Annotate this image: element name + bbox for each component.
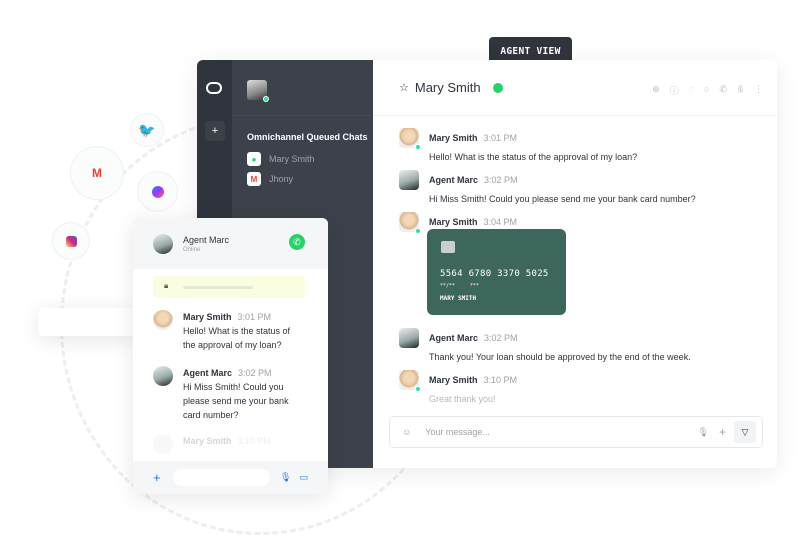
widget-message-input[interactable] — [172, 469, 271, 486]
message-text: Hello! What is the status of the approva… — [183, 326, 291, 350]
message-text: Great thank you! — [429, 394, 496, 404]
message-time: 3:02 PM — [484, 175, 518, 185]
message-text: Hi Miss Smith! Could you please send me … — [183, 382, 289, 420]
card-holder: MARY SMITH — [440, 295, 477, 302]
message-author: Agent Marc — [183, 368, 233, 378]
customer-widget: Agent Marc Online ✆ 🔒︎ Mary Smith 3:01 PM… — [133, 218, 328, 494]
message-time: 3:01 PM — [237, 312, 272, 322]
customer-view-label: CUSTOMER VIEW — [38, 308, 137, 336]
message: Mary Smith 3:10 PM Great thank you! — [399, 370, 517, 404]
gmail-icon: M — [92, 166, 102, 180]
message: Agent Marc 3:02 PM Hi Miss Smith! Could y… — [399, 170, 696, 204]
messenger-icon — [151, 185, 164, 198]
message: Agent Marc 3:02 PM Thank you! Your loan s… — [399, 328, 691, 362]
message-time: 3:10 PM — [483, 375, 518, 385]
microphone-icon[interactable]: 🎙︎ — [280, 472, 291, 483]
agent-avatar — [153, 233, 173, 254]
message-time: 3:01 PM — [483, 133, 518, 143]
message: Mary Smith 3:01 PM Hello! What is the sta… — [399, 128, 637, 162]
message: Mary Smith 3:10 PM — [153, 434, 271, 454]
message-time: 3:10 PM — [237, 436, 272, 446]
sidebar-item-jhony[interactable]: M Jhony — [247, 172, 373, 186]
threads-icon[interactable]: ○ — [704, 84, 709, 97]
user-avatar[interactable] — [247, 80, 269, 102]
messenger-bubble — [137, 171, 178, 212]
twitter-icon: 🐦 — [138, 121, 156, 138]
message-author: Mary Smith — [429, 217, 478, 227]
bank-card-image[interactable]: 5564 6780 3370 5025 **/** *** MARY SMITH — [427, 229, 566, 315]
message-author: Mary Smith — [429, 375, 478, 385]
chat-main: ☆ Mary Smith ⊕ ⓘ ◌ ○ ✆ ꆜ ⋮ Mary Smith 3:0… — [373, 60, 777, 468]
card-cvv: *** — [470, 283, 480, 289]
emoji-icon[interactable]: ☺ — [402, 427, 411, 437]
room-title: Mary Smith — [414, 80, 481, 95]
whatsapp-icon — [492, 82, 503, 93]
message-composer[interactable]: ☺ Your message... 🎙︎ + ▽ — [389, 416, 763, 448]
agent-name: Agent Marc — [183, 234, 230, 245]
message-input[interactable]: Your message... — [425, 427, 697, 437]
add-button[interactable]: + — [205, 121, 225, 141]
avatar — [153, 366, 173, 386]
avatar — [399, 370, 421, 392]
info-icon[interactable]: ⓘ — [670, 84, 679, 97]
instagram-bubble — [52, 222, 90, 260]
message-text: Hi Miss Smith! Could you please send me … — [429, 194, 696, 204]
avatar — [153, 434, 173, 454]
phone-icon[interactable]: ✆ — [719, 84, 727, 97]
widget-header: Agent Marc Online ✆ — [133, 218, 328, 269]
card-expiry: **/** — [440, 283, 456, 289]
message-time: 3:04 PM — [483, 217, 518, 227]
sidebar-section-title: Omnichannel Queued Chats — [247, 132, 368, 142]
sidebar-item-mary-smith[interactable]: ● Mary Smith — [247, 152, 373, 166]
kebab-icon[interactable]: ⋮ — [754, 84, 763, 97]
globe-icon[interactable]: ⊕ — [652, 84, 660, 97]
message-text: Hello! What is the status of the approva… — [429, 152, 638, 162]
instagram-icon — [65, 235, 77, 247]
plus-icon[interactable]: + — [153, 470, 161, 485]
card-number: 5564 6780 3370 5025 — [440, 269, 549, 279]
message-author: Agent Marc — [429, 333, 479, 343]
avatar — [399, 128, 421, 150]
message-time: 3:02 PM — [238, 368, 272, 378]
message-author: Mary Smith — [183, 436, 232, 446]
send-button[interactable]: ▽ — [734, 421, 756, 443]
discussion-icon[interactable]: ◌ — [689, 84, 694, 97]
members-icon[interactable]: ꆜ — [737, 84, 744, 97]
star-icon[interactable]: ☆ — [399, 81, 409, 94]
gmail-bubble: M — [70, 146, 124, 200]
widget-composer: + 🎙︎ ▭ — [133, 461, 328, 494]
lock-icon: 🔒︎ — [164, 281, 169, 290]
message: Agent Marc 3:02 PM Hi Miss Smith! Could y… — [153, 366, 298, 422]
twitter-bubble: 🐦 — [130, 113, 164, 147]
encryption-banner: 🔒︎ — [153, 276, 305, 298]
message-author: Mary Smith — [429, 133, 478, 143]
sidebar-item-label: Jhony — [269, 174, 294, 184]
card-chip-icon — [441, 241, 455, 253]
avatar — [153, 310, 173, 330]
avatar — [399, 170, 419, 190]
microphone-icon[interactable]: 🎙︎ — [698, 427, 709, 438]
agent-status: Online — [183, 246, 201, 253]
whatsapp-icon: ✆ — [289, 234, 305, 250]
video-icon[interactable]: ▭ — [299, 472, 308, 483]
message-author: Mary Smith — [183, 312, 232, 322]
whatsapp-icon: ● — [247, 152, 261, 166]
avatar — [399, 212, 421, 234]
gmail-icon: M — [247, 172, 261, 186]
message: Mary Smith 3:01 PM Hello! What is the sta… — [153, 310, 303, 352]
message-text: Thank you! Your loan should be approved … — [429, 352, 691, 362]
sidebar-item-label: Mary Smith — [269, 154, 315, 164]
message-time: 3:02 PM — [484, 333, 518, 343]
chat-logo-icon[interactable] — [206, 82, 222, 94]
message-author: Agent Marc — [429, 175, 479, 185]
plus-icon[interactable]: + — [719, 425, 726, 439]
room-header: ☆ Mary Smith ⊕ ⓘ ◌ ○ ✆ ꆜ ⋮ — [373, 60, 777, 116]
avatar — [399, 328, 419, 348]
